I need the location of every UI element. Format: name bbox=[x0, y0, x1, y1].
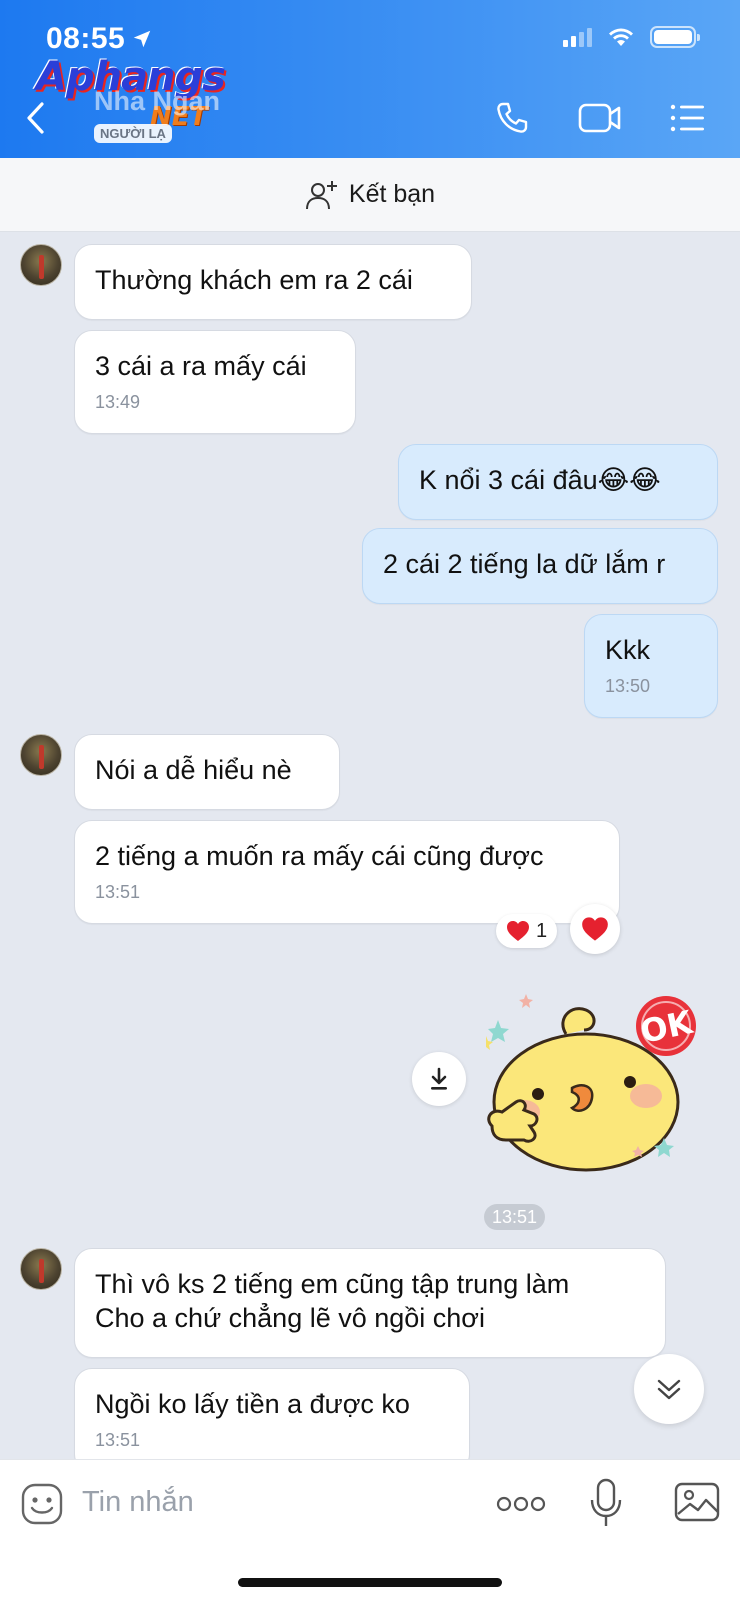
video-call-button[interactable] bbox=[578, 98, 622, 138]
heart-icon bbox=[582, 917, 608, 941]
contact-avatar[interactable] bbox=[20, 1248, 62, 1290]
message-input[interactable]: Tin nhắn bbox=[82, 1486, 194, 1519]
home-indicator bbox=[238, 1578, 502, 1587]
status-time: 08:55 bbox=[46, 22, 153, 56]
download-icon bbox=[431, 1067, 447, 1090]
clock: 08:55 bbox=[46, 22, 126, 55]
phone-icon bbox=[497, 102, 528, 133]
message-time: 13:50 bbox=[605, 676, 651, 696]
message-bubble[interactable]: Thì vô ks 2 tiếng em cũng tập trung làm … bbox=[74, 1248, 666, 1358]
message-text-line-2: Cho a chứ chẳng lẽ vô ngồi chơi bbox=[95, 1303, 486, 1333]
react-button[interactable] bbox=[570, 904, 620, 954]
message-text: 2 cái 2 tiếng la dữ lắm r bbox=[383, 549, 666, 579]
message-bubble[interactable]: Nói a dễ hiểu nè bbox=[74, 734, 340, 810]
wifi-icon bbox=[609, 28, 633, 46]
message-text: Kkk bbox=[605, 635, 651, 665]
add-friend-icon bbox=[305, 180, 337, 209]
heart-icon bbox=[507, 921, 529, 941]
message-bubble[interactable]: K nổi 3 cái đâu😂😂 bbox=[398, 444, 718, 520]
location-arrow-icon bbox=[133, 30, 151, 48]
battery-icon bbox=[650, 26, 700, 48]
message-text: 2 tiếng a muốn ra mấy cái cũng được bbox=[95, 841, 544, 871]
signal-icon bbox=[563, 27, 592, 47]
contact-name[interactable]: Nha Ngan bbox=[94, 86, 220, 117]
add-friend-label: Kết bạn bbox=[348, 180, 436, 208]
message-time: 13:51 bbox=[95, 1430, 141, 1450]
message-bubble[interactable]: Kkk 13:50 bbox=[584, 614, 718, 718]
message-text-line-1: Thì vô ks 2 tiếng em cũng tập trung làm bbox=[95, 1269, 570, 1299]
menu-icon bbox=[670, 104, 704, 132]
ok-chick-sticker[interactable]: OK bbox=[486, 990, 722, 1186]
message-bubble[interactable]: 3 cái a ra mấy cái 13:49 bbox=[74, 330, 356, 434]
message-text: 3 cái a ra mấy cái bbox=[95, 351, 307, 381]
contact-avatar[interactable] bbox=[20, 734, 62, 776]
header-actions bbox=[490, 98, 710, 138]
sticker-time: 13:51 bbox=[484, 1204, 546, 1230]
menu-button[interactable] bbox=[666, 98, 710, 138]
contact-avatar[interactable] bbox=[20, 244, 62, 286]
video-icon bbox=[578, 103, 621, 133]
message-bubble[interactable]: 2 tiếng a muốn ra mấy cái cũng được 13:5… bbox=[74, 820, 620, 924]
more-icon[interactable] bbox=[496, 1492, 546, 1516]
chevron-down-icon bbox=[657, 1379, 681, 1400]
add-friend-bar[interactable]: Kết bạn bbox=[0, 158, 740, 232]
reaction-summary[interactable]: 1 bbox=[496, 914, 558, 948]
call-button[interactable] bbox=[490, 98, 534, 138]
message-text: K nổi 3 cái đâu😂😂 bbox=[419, 465, 661, 495]
download-sticker-button[interactable] bbox=[412, 1052, 466, 1106]
message-bubble[interactable]: Ngồi ko lấy tiền a được ko 13:51 bbox=[74, 1368, 470, 1472]
emoji-icon[interactable] bbox=[20, 1482, 64, 1526]
stranger-badge: NGƯỜI LẠ bbox=[94, 124, 172, 143]
message-input-bar: Tin nhắn bbox=[0, 1459, 740, 1600]
scroll-to-bottom-button[interactable] bbox=[634, 1354, 704, 1424]
mic-icon[interactable] bbox=[588, 1478, 624, 1528]
status-icons bbox=[563, 26, 700, 48]
gallery-icon[interactable] bbox=[674, 1480, 720, 1524]
back-button[interactable] bbox=[24, 98, 54, 138]
message-time: 13:51 bbox=[95, 882, 141, 902]
message-text: Ngồi ko lấy tiền a được ko bbox=[95, 1389, 410, 1419]
message-text: Nói a dễ hiểu nè bbox=[95, 755, 292, 785]
message-time: 13:49 bbox=[95, 392, 141, 412]
message-bubble[interactable]: 2 cái 2 tiếng la dữ lắm r bbox=[362, 528, 718, 604]
chat-header: 08:55 Aphangs NET Nha Ngan NGƯỜI LẠ bbox=[0, 0, 740, 158]
back-icon bbox=[27, 102, 44, 134]
message-bubble[interactable]: Thường khách em ra 2 cái bbox=[74, 244, 472, 320]
message-text: Thường khách em ra 2 cái bbox=[95, 265, 413, 295]
reaction-count-value: 1 bbox=[536, 919, 548, 942]
